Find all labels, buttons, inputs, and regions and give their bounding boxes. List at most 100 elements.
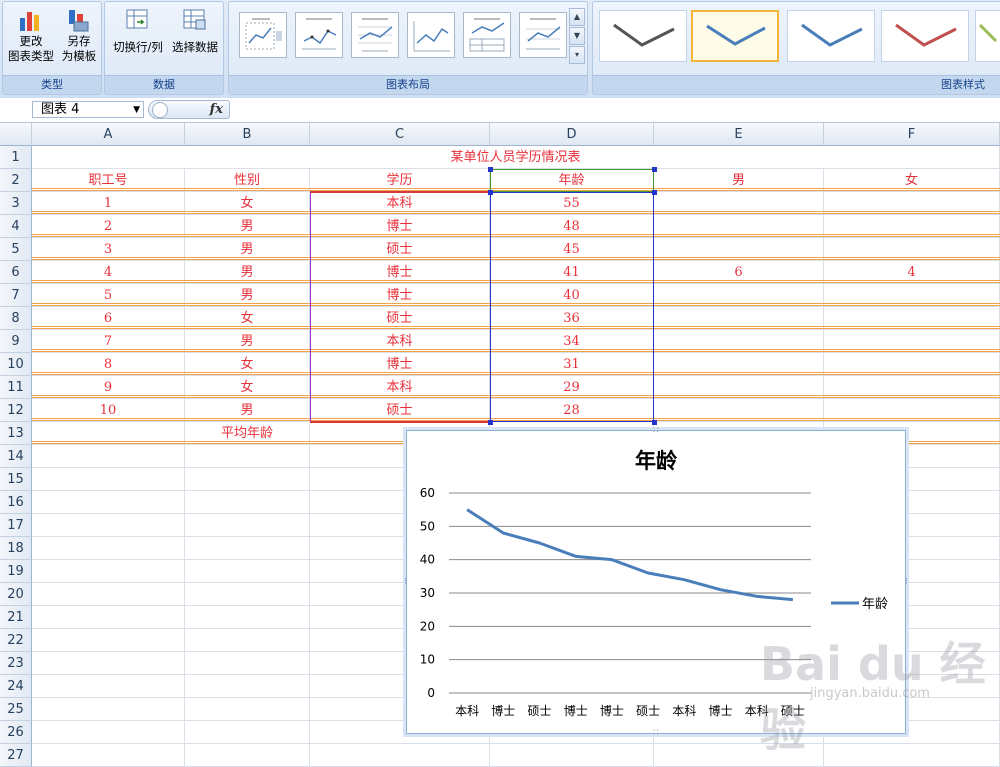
style-2-thumbnail[interactable] [691, 10, 779, 62]
data-point[interactable] [610, 558, 614, 562]
data-point[interactable] [719, 588, 723, 592]
row-header[interactable]: 21 [0, 606, 32, 629]
cell[interactable] [185, 468, 310, 491]
row-header[interactable]: 13 [0, 422, 32, 445]
insert-function-icon[interactable]: fx [210, 102, 223, 117]
cell[interactable] [32, 652, 185, 675]
cell[interactable] [32, 721, 185, 744]
select-all-corner[interactable] [0, 123, 32, 146]
cell[interactable] [32, 744, 185, 767]
cell[interactable] [185, 675, 310, 698]
series-line[interactable] [466, 508, 794, 602]
row-header[interactable]: 8 [0, 307, 32, 330]
data-point[interactable] [791, 598, 795, 602]
select-data-button[interactable]: 选择数据 [167, 8, 223, 55]
expand-circle-icon[interactable] [152, 102, 168, 118]
row-header[interactable]: 17 [0, 514, 32, 537]
cell[interactable] [32, 491, 185, 514]
row-header[interactable]: 18 [0, 537, 32, 560]
gallery-up-icon[interactable]: ▲ [569, 8, 585, 26]
cell[interactable] [185, 560, 310, 583]
column-header-a[interactable]: A [32, 123, 185, 146]
data-point[interactable] [682, 578, 686, 582]
data-point[interactable] [501, 531, 505, 535]
cell[interactable] [185, 491, 310, 514]
name-box[interactable]: 图表 4 ▼ [32, 101, 144, 118]
style-5-thumbnail[interactable] [975, 10, 1000, 62]
layout-3-thumbnail[interactable] [351, 12, 399, 58]
row-header[interactable]: 1 [0, 146, 32, 169]
chart-resize-handle-top[interactable]: ∷ [653, 427, 659, 436]
range-handle[interactable] [488, 190, 493, 195]
layout-2-thumbnail[interactable] [295, 12, 343, 58]
switch-row-column-button[interactable]: 切换行/列 [108, 8, 168, 55]
cell[interactable] [185, 606, 310, 629]
style-1-thumbnail[interactable] [599, 10, 687, 62]
cell[interactable] [185, 583, 310, 606]
gallery-down-icon[interactable]: ▼ [569, 27, 585, 45]
data-point[interactable] [465, 508, 469, 512]
column-header-f[interactable]: F [824, 123, 1000, 146]
data-point[interactable] [538, 541, 542, 545]
row-header[interactable]: 15 [0, 468, 32, 491]
row-header[interactable]: 20 [0, 583, 32, 606]
cell[interactable] [185, 744, 310, 767]
row-header[interactable]: 19 [0, 560, 32, 583]
row-header[interactable]: 26 [0, 721, 32, 744]
row-header[interactable]: 2 [0, 169, 32, 192]
column-header-b[interactable]: B [185, 123, 310, 146]
row-header[interactable]: 12 [0, 399, 32, 422]
cell[interactable] [185, 652, 310, 675]
column-header-e[interactable]: E [654, 123, 824, 146]
cell[interactable] [32, 606, 185, 629]
row-header[interactable]: 24 [0, 675, 32, 698]
range-handle[interactable] [652, 190, 657, 195]
chart-resize-handle-bottom[interactable]: ∷ [653, 729, 659, 738]
cell[interactable] [32, 675, 185, 698]
chart-resize-handle-right[interactable]: ⁝ [905, 578, 908, 587]
cell[interactable] [824, 744, 1000, 767]
row-header[interactable]: 14 [0, 445, 32, 468]
range-handle[interactable] [652, 420, 657, 425]
cell[interactable] [32, 468, 185, 491]
cell[interactable]: 某单位人员学历情况表 [32, 146, 1000, 169]
style-3-thumbnail[interactable] [787, 10, 875, 62]
cell[interactable] [32, 560, 185, 583]
legend-label[interactable]: 年龄 [862, 597, 888, 612]
range-handle[interactable] [488, 167, 493, 172]
row-header[interactable]: 4 [0, 215, 32, 238]
change-chart-type-button[interactable]: 更改 图表类型 [6, 8, 56, 64]
cell[interactable] [32, 514, 185, 537]
cell[interactable] [185, 629, 310, 652]
cell[interactable] [32, 537, 185, 560]
layout-gallery-scroll[interactable]: ▲ ▼ ▾ [569, 8, 585, 66]
cell[interactable] [185, 514, 310, 537]
formula-input[interactable] [232, 100, 998, 119]
chart-resize-handle-left[interactable]: ⁝ [404, 578, 407, 587]
cell[interactable] [32, 445, 185, 468]
layout-6-thumbnail[interactable] [519, 12, 567, 58]
cell[interactable] [185, 721, 310, 744]
layout-1-thumbnail[interactable] [239, 12, 287, 58]
row-header[interactable]: 27 [0, 744, 32, 767]
layout-5-thumbnail[interactable] [463, 12, 511, 58]
row-header[interactable]: 22 [0, 629, 32, 652]
column-header-c[interactable]: C [310, 123, 490, 146]
cell[interactable] [32, 698, 185, 721]
data-point[interactable] [755, 594, 759, 598]
row-header[interactable]: 16 [0, 491, 32, 514]
cell[interactable] [185, 698, 310, 721]
row-header[interactable]: 9 [0, 330, 32, 353]
cell[interactable] [32, 583, 185, 606]
row-header[interactable]: 6 [0, 261, 32, 284]
data-point[interactable] [574, 554, 578, 558]
range-handle[interactable] [652, 167, 657, 172]
data-point[interactable] [646, 571, 650, 575]
row-header[interactable]: 5 [0, 238, 32, 261]
row-header[interactable]: 10 [0, 353, 32, 376]
cell[interactable] [185, 537, 310, 560]
column-header-d[interactable]: D [490, 123, 654, 146]
row-header[interactable]: 23 [0, 652, 32, 675]
row-header[interactable]: 25 [0, 698, 32, 721]
cell[interactable] [32, 629, 185, 652]
